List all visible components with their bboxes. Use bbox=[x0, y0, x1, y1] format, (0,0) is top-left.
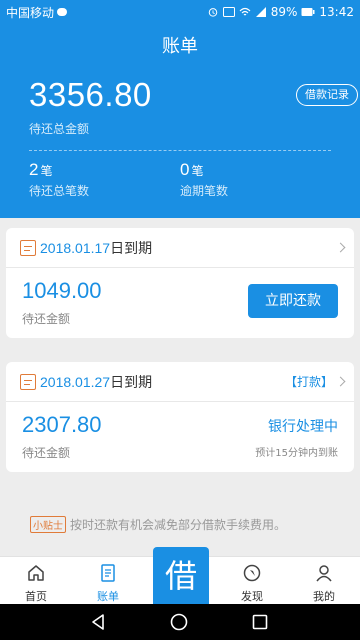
bill-card: 2018.01.27 日到期 【打款】 2307.80 待还金额 银行处理中 预… bbox=[6, 362, 354, 472]
borrow-button[interactable]: 借 bbox=[153, 547, 209, 605]
total-amount-label: 待还总金额 bbox=[29, 122, 90, 136]
tab-mine[interactable]: 我的 bbox=[294, 557, 354, 605]
due-date: 2018.01.17 bbox=[40, 239, 111, 256]
battery-level: 89% bbox=[270, 5, 298, 19]
page-title: 账单 bbox=[162, 36, 198, 57]
due-date: 2018.01.27 bbox=[40, 373, 111, 390]
pending-count-unit: 笔 bbox=[40, 164, 53, 178]
bill-summary-header: 账单 3356.80 待还总金额 借款记录 2笔 待还总笔数 0笔 逾期笔数 bbox=[0, 24, 360, 218]
system-nav-bar bbox=[0, 604, 360, 640]
bill-card-body: 1049.00 待还金额 立即还款 bbox=[6, 268, 354, 338]
tab-bill-label: 账单 bbox=[97, 590, 119, 603]
signal-icon bbox=[255, 7, 266, 17]
bill-amount-label: 待还金额 bbox=[22, 312, 71, 326]
bill-icon bbox=[20, 239, 36, 256]
carrier-label: 中国移动 bbox=[6, 5, 55, 20]
bill-icon bbox=[20, 373, 36, 390]
bill-amount: 2307.80 bbox=[22, 412, 102, 437]
dashed-divider bbox=[29, 150, 331, 151]
repay-now-button[interactable]: 立即还款 bbox=[248, 284, 338, 318]
pending-count-value: 2 bbox=[29, 160, 39, 179]
total-amount: 3356.80 bbox=[29, 76, 152, 113]
home-icon bbox=[28, 565, 44, 581]
compass-icon bbox=[243, 564, 261, 582]
loan-records-button[interactable]: 借款记录 bbox=[296, 84, 358, 106]
overdue-count-label: 逾期笔数 bbox=[180, 184, 229, 198]
hd-icon bbox=[222, 7, 235, 17]
alarm-icon bbox=[208, 8, 217, 17]
tab-home-label: 首页 bbox=[25, 590, 47, 603]
tip-text: 按时还款有机会减免部分借款手续费用。 bbox=[70, 518, 287, 532]
tab-home[interactable]: 首页 bbox=[6, 557, 66, 605]
back-icon[interactable] bbox=[90, 613, 106, 631]
bill-card-body: 2307.80 待还金额 银行处理中 预计15分钟内到账 bbox=[6, 402, 354, 472]
due-date-suffix: 日到期 bbox=[110, 374, 153, 391]
bill-list-icon bbox=[101, 564, 115, 582]
bill-card-header[interactable]: 2018.01.27 日到期 【打款】 bbox=[6, 362, 354, 402]
payout-tag: 【打款】 bbox=[284, 375, 333, 389]
chevron-right-icon bbox=[335, 242, 346, 253]
tab-discover-label: 发现 bbox=[241, 590, 263, 603]
overdue-count: 0笔 逾期笔数 bbox=[180, 160, 228, 199]
clock: 13:42 bbox=[319, 5, 354, 19]
tab-mine-label: 我的 bbox=[313, 590, 335, 603]
user-icon bbox=[316, 565, 332, 582]
bill-card-header[interactable]: 2018.01.17 日到期 bbox=[6, 228, 354, 268]
tab-bill[interactable]: 账单 bbox=[78, 557, 138, 605]
wifi-icon bbox=[239, 7, 251, 16]
home-circle-icon[interactable] bbox=[170, 613, 188, 631]
recent-apps-icon[interactable] bbox=[252, 614, 268, 630]
bill-card: 2018.01.17 日到期 1049.00 待还金额 立即还款 bbox=[6, 228, 354, 338]
processing-note: 预计15分钟内到账 bbox=[255, 448, 338, 459]
pending-count: 2笔 待还总笔数 bbox=[29, 160, 89, 199]
message-icon bbox=[57, 8, 68, 16]
battery-icon bbox=[301, 8, 315, 16]
overdue-count-value: 0 bbox=[180, 160, 190, 179]
bill-amount-label: 待还金额 bbox=[22, 446, 71, 460]
processing-status: 银行处理中 bbox=[268, 419, 338, 435]
due-date-suffix: 日到期 bbox=[110, 240, 153, 257]
chevron-right-icon bbox=[335, 376, 346, 387]
overdue-count-unit: 笔 bbox=[191, 164, 204, 178]
bottom-tab-bar: 首页 账单 借 发现 我的 bbox=[0, 547, 360, 605]
bill-amount: 1049.00 bbox=[22, 278, 102, 303]
tip-badge: 小贴士 bbox=[30, 516, 66, 533]
tab-discover[interactable]: 发现 bbox=[222, 557, 282, 605]
status-bar: 中国移动 89% 13:42 bbox=[0, 0, 360, 24]
tip-row: 小贴士 按时还款有机会减免部分借款手续费用。 bbox=[30, 516, 286, 533]
pending-count-label: 待还总笔数 bbox=[29, 184, 90, 198]
